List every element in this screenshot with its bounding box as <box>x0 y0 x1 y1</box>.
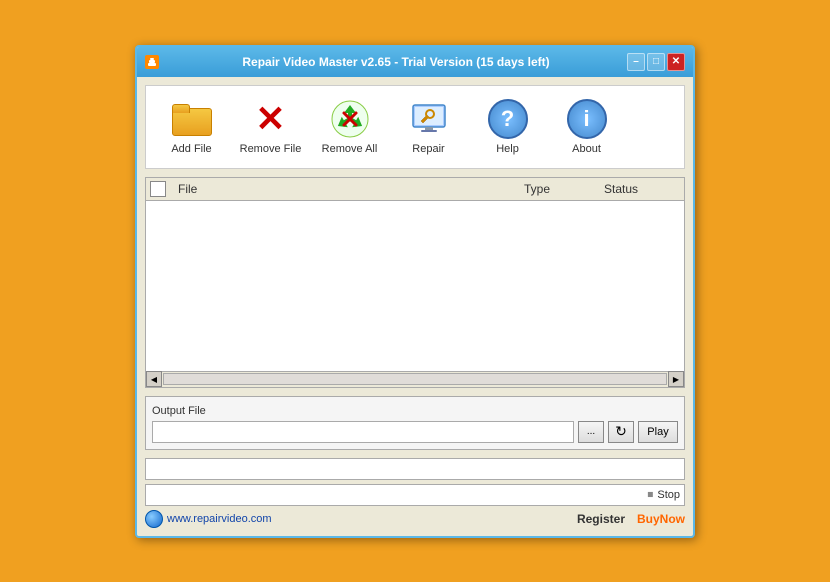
remove-file-icon: ✕ <box>251 99 291 139</box>
website-link[interactable]: www.repairvideo.com <box>145 510 272 528</box>
output-label-wrapper: Output File <box>152 403 678 417</box>
footer: www.repairvideo.com Register BuyNow <box>145 510 685 528</box>
scroll-left-arrow[interactable]: ◀ <box>146 371 162 387</box>
website-text: www.repairvideo.com <box>167 513 272 525</box>
remove-all-icon <box>330 99 370 139</box>
progress-bar <box>145 458 685 480</box>
title-bar: Repair Video Master v2.65 - Trial Versio… <box>137 47 693 77</box>
remove-file-button[interactable]: ✕ Remove File <box>233 94 308 160</box>
play-label: Play <box>647 426 668 438</box>
browse-button[interactable]: ... <box>578 421 604 443</box>
refresh-icon: ↻ <box>615 423 627 440</box>
toolbar: Add File ✕ Remove File <box>145 85 685 169</box>
col-file-header: File <box>174 180 520 198</box>
select-all-checkbox[interactable] <box>150 181 166 197</box>
file-list-body <box>146 201 684 371</box>
register-button[interactable]: Register <box>577 512 625 526</box>
footer-right: Register BuyNow <box>577 512 685 526</box>
add-file-icon <box>172 99 212 139</box>
refresh-button[interactable]: ↻ <box>608 421 634 443</box>
status-bar: ⏹ Stop <box>145 484 685 506</box>
add-file-button[interactable]: Add File <box>154 94 229 160</box>
restore-button[interactable]: □ <box>647 53 665 71</box>
remove-all-button[interactable]: Remove All <box>312 94 387 160</box>
close-button[interactable]: ✕ <box>667 53 685 71</box>
repair-label: Repair <box>412 143 444 155</box>
output-label: Output File <box>152 405 206 417</box>
repair-icon <box>409 99 449 139</box>
help-icon: ? <box>488 99 528 139</box>
output-controls: ... ↻ Play <box>152 421 678 443</box>
help-button[interactable]: ? Help <box>470 94 545 160</box>
main-window: Repair Video Master v2.65 - Trial Versio… <box>135 45 695 538</box>
help-label: Help <box>496 143 519 155</box>
about-label: About <box>572 143 601 155</box>
col-type-header: Type <box>520 180 600 198</box>
output-section: Output File ... ↻ Play <box>145 396 685 450</box>
file-list-header: File Type Status <box>146 178 684 201</box>
browse-icon: ... <box>587 426 595 437</box>
about-button[interactable]: i About <box>549 94 624 160</box>
about-icon: i <box>567 99 607 139</box>
app-icon <box>145 55 159 69</box>
stop-label: Stop <box>657 489 680 501</box>
file-list-container: File Type Status ◀ ▶ <box>145 177 685 388</box>
globe-icon <box>145 510 163 528</box>
scroll-right-arrow[interactable]: ▶ <box>668 371 684 387</box>
col-status-header: Status <box>600 180 680 198</box>
repair-button[interactable]: Repair <box>391 94 466 160</box>
output-file-input[interactable] <box>152 421 574 443</box>
play-button[interactable]: Play <box>638 421 678 443</box>
remove-all-label: Remove All <box>322 143 378 155</box>
window-controls: – □ ✕ <box>627 53 685 71</box>
output-group: Output File ... ↻ Play <box>145 396 685 450</box>
add-file-label: Add File <box>171 143 211 155</box>
buynow-button[interactable]: BuyNow <box>637 512 685 526</box>
remove-file-label: Remove File <box>240 143 302 155</box>
window-title: Repair Video Master v2.65 - Trial Versio… <box>165 55 627 69</box>
horizontal-scrollbar[interactable]: ◀ ▶ <box>146 371 684 387</box>
stop-icon: ⏹ <box>647 487 653 502</box>
minimize-button[interactable]: – <box>627 53 645 71</box>
scroll-track[interactable] <box>163 373 667 385</box>
